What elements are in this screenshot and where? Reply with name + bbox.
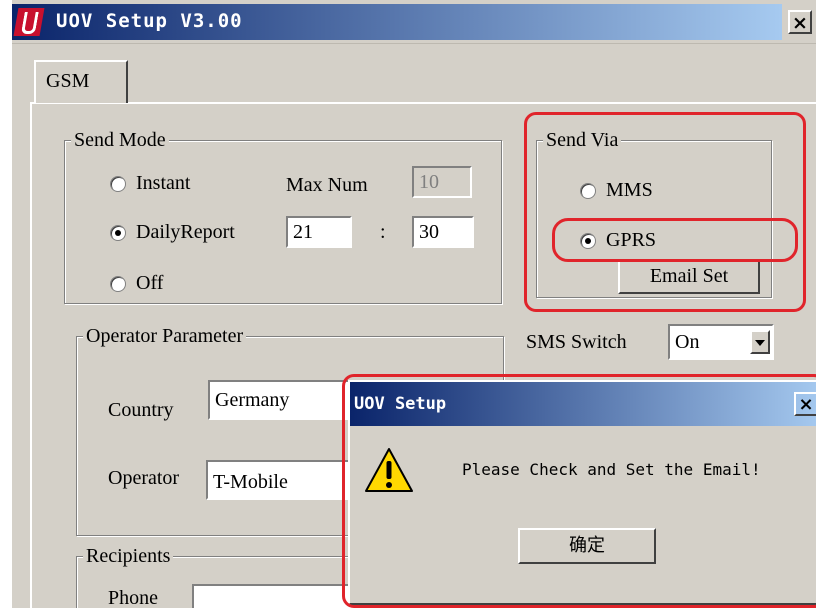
window-title: UOV Setup V3.00 [56, 10, 243, 32]
label-dailyreport: DailyReport [136, 221, 235, 243]
gprs-highlight [552, 218, 798, 262]
radio-instant[interactable] [110, 176, 126, 192]
send-mode-title: Send Mode [71, 128, 169, 152]
app-logo-icon [13, 8, 45, 36]
label-sms-switch: SMS Switch [526, 331, 627, 353]
dialog-highlight [342, 374, 816, 608]
send-via-highlight [524, 112, 806, 312]
title-bar[interactable]: UOV Setup V3.00 × [12, 0, 816, 44]
label-operator: Operator [108, 467, 180, 489]
label-off: Off [136, 272, 164, 294]
chevron-down-icon[interactable] [750, 330, 770, 354]
recipients-title: Recipients [83, 544, 174, 568]
radio-dailyreport[interactable] [110, 225, 126, 241]
window-close-button[interactable]: × [788, 10, 812, 34]
label-instant: Instant [136, 172, 191, 194]
label-phone: Phone [108, 587, 158, 608]
minute-field[interactable]: 30 [412, 216, 474, 248]
radio-off[interactable] [110, 276, 126, 292]
operator-parameter-title: Operator Parameter [83, 324, 247, 348]
max-num-field: 10 [412, 166, 472, 198]
label-country: Country [108, 399, 174, 421]
time-separator: : [380, 221, 386, 243]
tab-gsm[interactable]: GSM [34, 60, 128, 103]
label-max-num: Max Num [286, 174, 368, 196]
setup-window: UOV Setup V3.00 × GSM Send Mode Instant … [12, 0, 816, 608]
hour-field[interactable]: 21 [286, 216, 352, 248]
